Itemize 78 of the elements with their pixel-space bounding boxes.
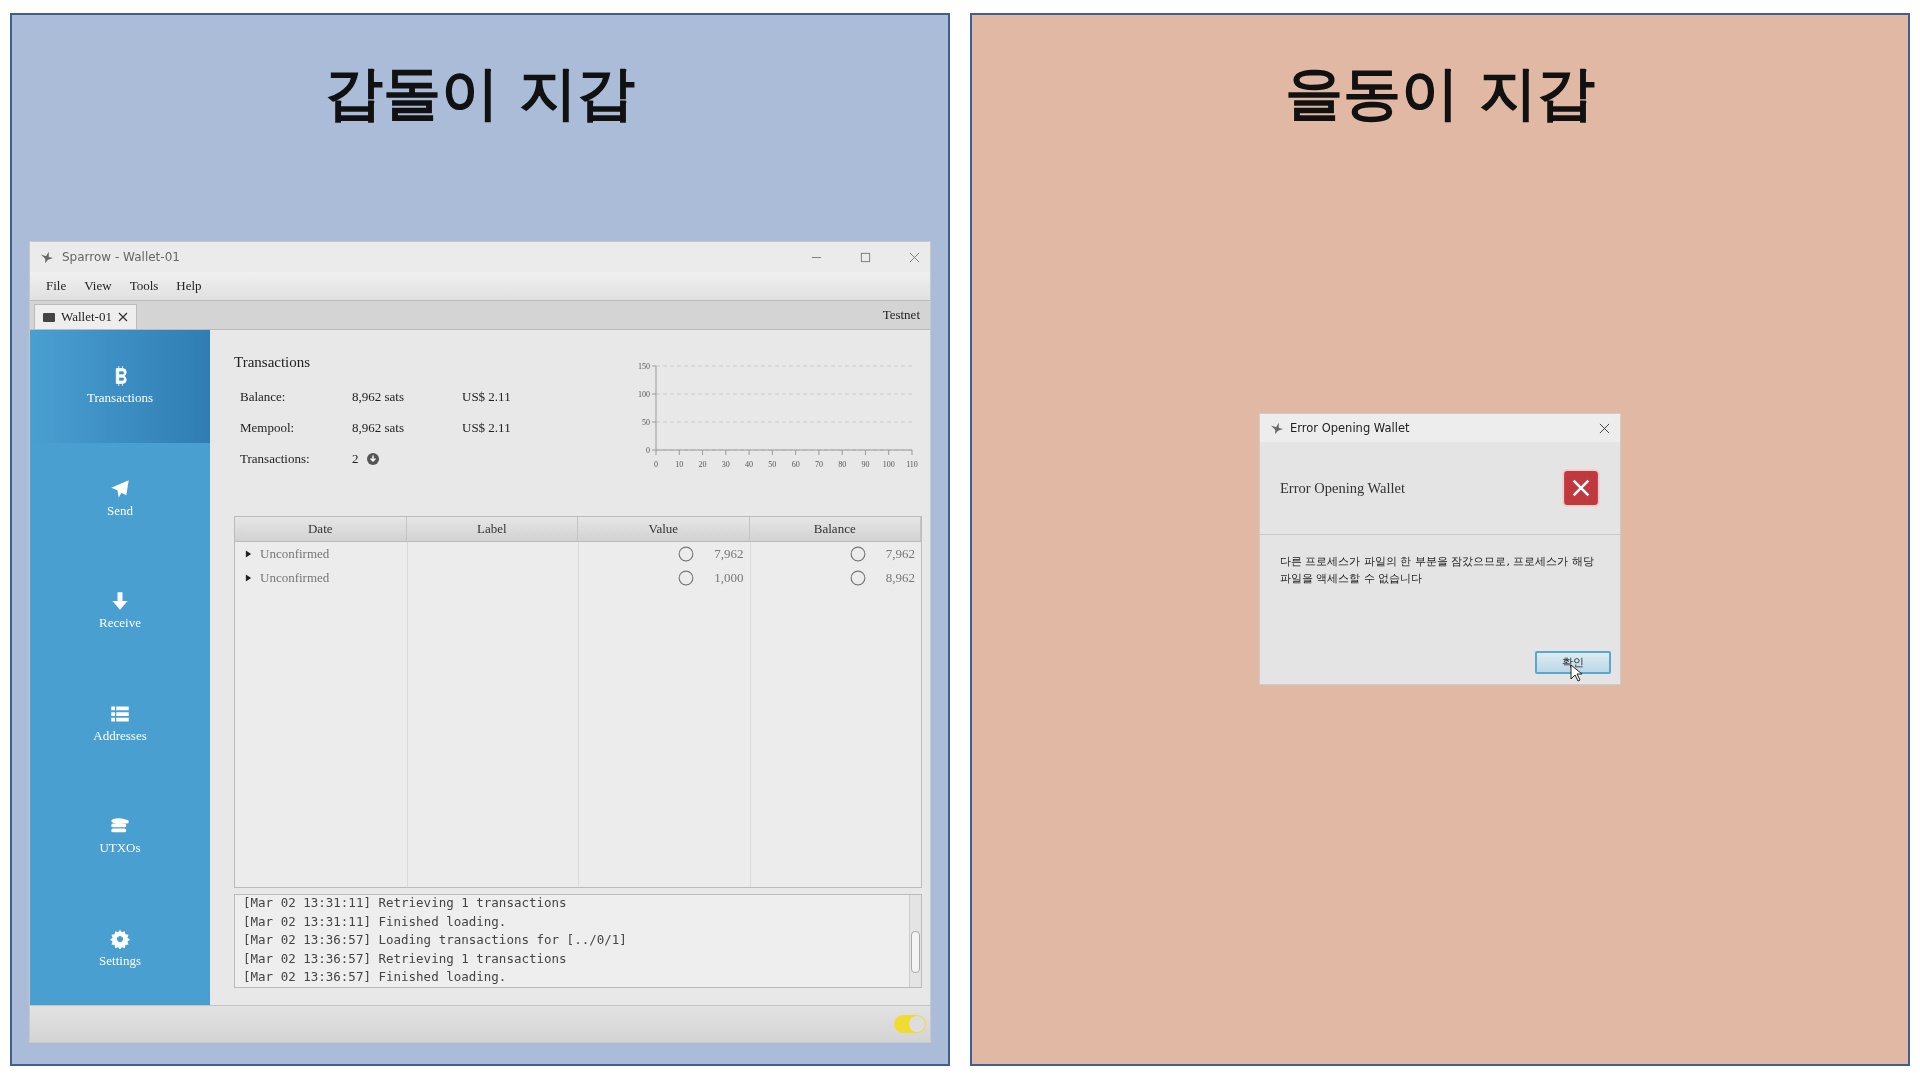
column-header[interactable]: Value (578, 517, 750, 541)
dialog-title: Error Opening Wallet (1290, 421, 1410, 435)
balance-chart: 0 50 100 150 0 10 20 30 40 50 60 70 80 90 100 110 (622, 356, 922, 476)
expand-arrow-icon[interactable] (245, 550, 252, 558)
table-cell: 7,962 (885, 546, 915, 562)
log-line: [Mar 02 13:31:11] Retrieving 1 transactions (243, 895, 568, 913)
column-header[interactable]: Date (235, 517, 407, 541)
y-tick-label: 50 (642, 418, 650, 427)
sidebar-label: Send (107, 502, 133, 519)
field-value: 2 (352, 450, 359, 467)
fiat-value: US$ 2.11 (462, 419, 511, 436)
close-icon[interactable] (1599, 422, 1610, 434)
field-label: Transactions: (240, 450, 311, 467)
error-message: 다른 프로세스가 파일의 한 부분을 잠갔으므로, 프로세스가 해당 파일을 액세스할 수 없습니다 (1279, 554, 1595, 587)
error-icon (1562, 469, 1600, 507)
x-tick-label: 60 (791, 460, 800, 469)
x-tick-label: 40 (745, 460, 754, 469)
circle-icon (849, 570, 866, 586)
table-cell: 7,962 (714, 546, 744, 562)
y-tick-label: 150 (638, 362, 650, 371)
x-tick-label: 10 (675, 460, 684, 469)
x-tick-label: 30 (721, 460, 730, 469)
scrollbar[interactable] (909, 895, 921, 987)
sidebar-label: Settings (99, 952, 141, 969)
table-cell: 1,000 (714, 570, 744, 586)
panel-title: 갑돌이 지갑 (324, 58, 636, 129)
window-title: Sparrow - Wallet-01 (62, 250, 180, 264)
field-label: Balance: (240, 388, 287, 405)
table-cell: Unconfirmed (260, 546, 330, 562)
log-line: [Mar 02 13:31:11] Finished loading. (243, 912, 508, 931)
field-value: 8,962 sats (352, 419, 405, 436)
menu-item[interactable]: View (84, 278, 112, 294)
section-heading: Transactions (234, 354, 312, 371)
log-line: [Mar 02 13:36:57] Retrieving 1 transactions (243, 949, 568, 968)
x-tick-label: 80 (838, 460, 847, 469)
x-tick-label: 70 (814, 460, 823, 469)
log-line: [Mar 02 13:36:57] Loading transactions for [../0/1] (243, 931, 628, 950)
tab-label: Wallet-01 (61, 309, 112, 325)
x-tick-label: 50 (768, 460, 777, 469)
paper-plane-icon (110, 478, 130, 499)
ok-button[interactable]: 확인 (1535, 651, 1611, 674)
field-label: Mempool: (240, 419, 296, 436)
column-header[interactable]: Balance (749, 517, 921, 541)
x-tick-label: 20 (698, 460, 707, 469)
circle-icon (678, 546, 695, 562)
dialog-heading: Error Opening Wallet (1280, 479, 1406, 497)
field-value: 8,962 sats (352, 388, 405, 405)
x-tick-label: 0 (654, 460, 658, 469)
sidebar-label: Addresses (93, 727, 147, 744)
table-cell: 8,962 (885, 570, 915, 586)
y-tick-label: 100 (638, 390, 650, 399)
download-icon[interactable] (366, 452, 379, 465)
column-header[interactable]: Label (406, 517, 578, 541)
x-tick-label: 100 (882, 460, 895, 469)
circle-icon (678, 570, 695, 586)
circle-icon (849, 546, 866, 562)
x-tick-label: 90 (861, 460, 870, 469)
panel-title: 을동이 지갑 (1284, 58, 1596, 129)
wallet-icon (43, 312, 55, 322)
close-icon[interactable] (117, 312, 128, 322)
log-line: [Mar 02 13:36:57] Finished loading. (243, 968, 508, 987)
menu-item[interactable]: File (46, 278, 67, 294)
menu-item[interactable]: Help (176, 278, 202, 294)
sidebar-label: UTXOs (99, 840, 141, 857)
x-tick-label: 110 (906, 460, 918, 469)
wallet-tab[interactable]: Wallet-01 (34, 304, 137, 329)
toggle-switch[interactable] (894, 1015, 926, 1033)
settings-icon (110, 928, 130, 949)
maximize-icon[interactable] (860, 251, 871, 263)
fiat-value: US$ 2.11 (462, 388, 511, 405)
menu-item[interactable]: Tools (129, 278, 159, 294)
down-arrow-icon (110, 591, 130, 612)
network-label: Testnet (882, 307, 920, 323)
expand-arrow-icon[interactable] (245, 574, 252, 582)
table-cell: Unconfirmed (260, 570, 330, 586)
sidebar-label: Receive (99, 615, 141, 632)
y-tick-label: 0 (646, 446, 650, 455)
sidebar-label: Transactions (87, 390, 153, 407)
